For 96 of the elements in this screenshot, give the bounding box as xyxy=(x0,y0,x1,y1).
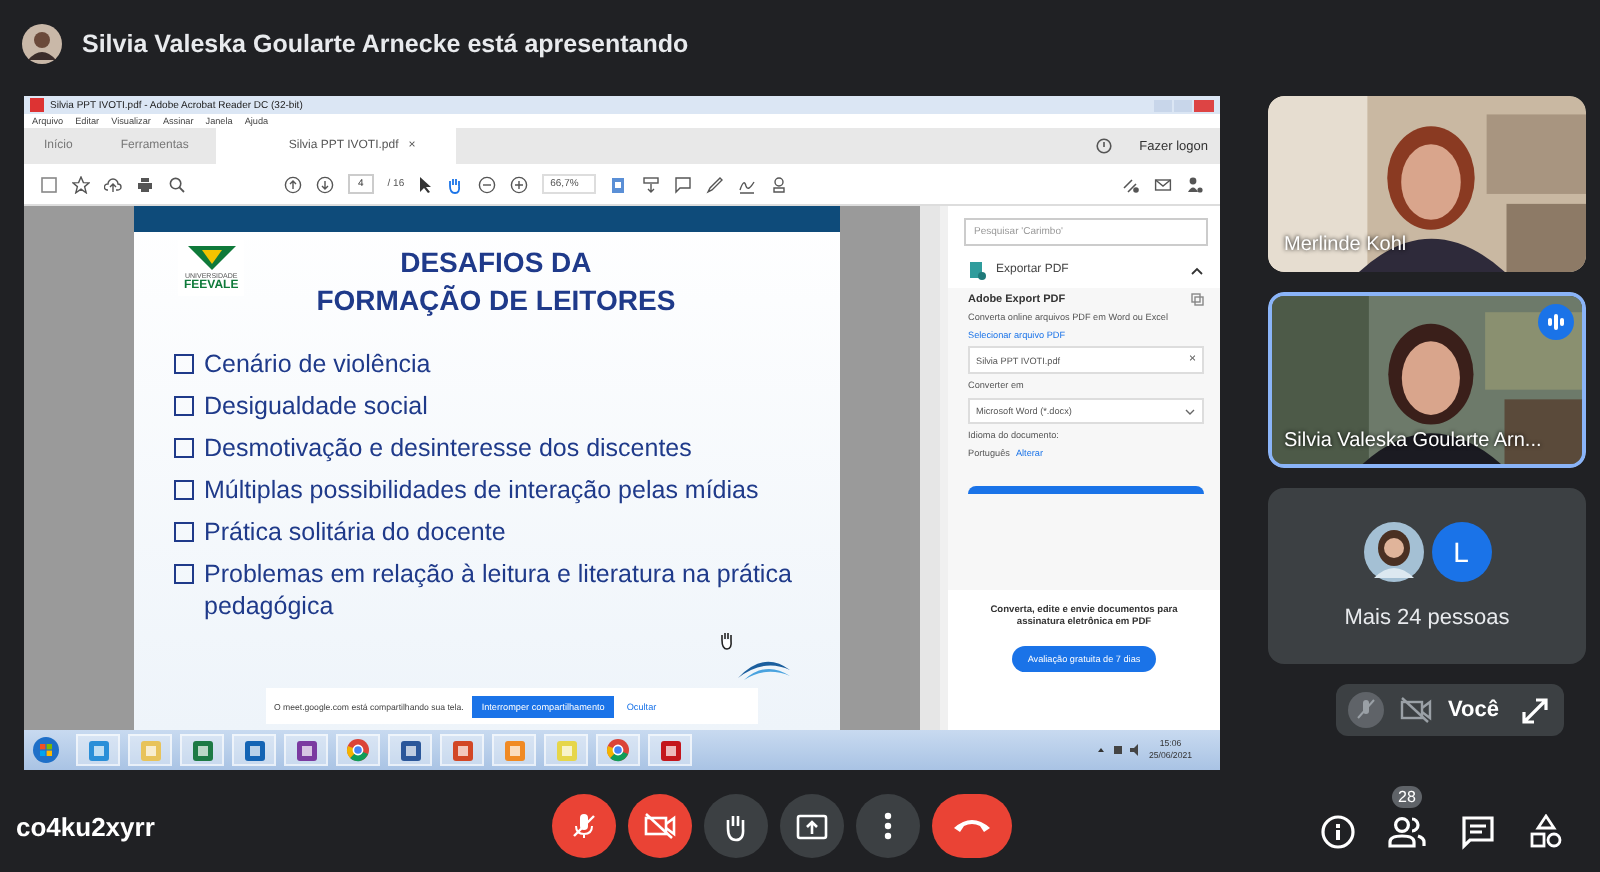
search-icon[interactable] xyxy=(168,175,186,193)
raise-hand-button[interactable] xyxy=(704,794,768,858)
zoom-in-icon[interactable] xyxy=(510,175,529,193)
hand-cursor-icon xyxy=(718,630,736,650)
more-people-label: Mais 24 pessoas xyxy=(1344,606,1510,630)
shield-logo-icon xyxy=(185,244,238,272)
upload-icon[interactable] xyxy=(104,175,122,193)
people-icon[interactable] xyxy=(1388,816,1428,848)
spreadsheet-icon xyxy=(191,739,213,761)
bullet-text: Múltiplas possibilidades de interação pelas mídias xyxy=(204,474,761,506)
phone-hangup-icon xyxy=(952,816,992,836)
bullet-square-icon xyxy=(174,438,194,458)
bullet-text: Prática solitária do docente xyxy=(204,516,508,548)
presenter-name: Silvia Valeska Goularte Arnecke está apresentando xyxy=(82,30,689,58)
page-down-icon[interactable] xyxy=(316,175,334,193)
people-count-badge: 28 xyxy=(1392,786,1422,808)
envelope-icon[interactable] xyxy=(1154,175,1172,193)
expand-icon[interactable] xyxy=(1522,697,1548,723)
export-pdf-icon xyxy=(968,260,986,280)
camera-off-button[interactable] xyxy=(628,794,692,858)
bullet-square-icon xyxy=(174,480,194,500)
scrollbar[interactable] xyxy=(920,206,940,730)
zoom-out-icon[interactable] xyxy=(478,175,497,193)
pencil-icon[interactable] xyxy=(706,175,725,193)
pdf-icon xyxy=(659,739,681,761)
copy-icon xyxy=(1190,292,1204,306)
microphone-off-icon[interactable] xyxy=(1348,692,1384,728)
sticky-note-icon xyxy=(555,739,577,761)
page-up-icon[interactable] xyxy=(284,175,302,193)
camera-off-icon[interactable] xyxy=(1400,696,1432,724)
bullet-square-icon xyxy=(174,354,194,374)
browser-icon xyxy=(87,739,109,761)
participant-name: Silvia Valeska Goularte Arn... xyxy=(1284,430,1542,452)
bullet-square-icon xyxy=(174,396,194,416)
mail-icon xyxy=(243,739,265,761)
taskbar-app[interactable] xyxy=(180,734,224,766)
taskbar-app[interactable] xyxy=(284,734,328,766)
media-player-icon xyxy=(503,739,525,761)
slides-icon xyxy=(451,739,473,761)
more-options-button[interactable] xyxy=(856,794,920,858)
notes-icon xyxy=(295,739,317,761)
participants-tile[interactable]: L Mais 24 pessoas xyxy=(1268,488,1586,664)
chat-icon[interactable] xyxy=(1460,814,1496,850)
bullet-text: Desmotivação e desinteresse dos discentes xyxy=(204,432,694,464)
comment-icon[interactable] xyxy=(674,175,693,193)
activities-icon[interactable] xyxy=(1528,814,1564,850)
save-icon[interactable] xyxy=(40,175,58,193)
avatar-icon xyxy=(1363,522,1423,582)
taskbar-app[interactable] xyxy=(76,734,120,766)
taskbar-app[interactable] xyxy=(232,734,276,766)
print-icon[interactable] xyxy=(136,175,154,193)
share-link-icon[interactable] xyxy=(1122,175,1140,193)
browser-icon xyxy=(346,738,370,762)
app-icon xyxy=(30,98,44,112)
present-button[interactable] xyxy=(780,794,844,858)
help-icon[interactable] xyxy=(1095,138,1112,154)
self-label: Você xyxy=(1448,698,1501,722)
meeting-code: co4ku2xyrr xyxy=(16,811,157,841)
start-button[interactable] xyxy=(32,736,60,764)
stamp-icon[interactable] xyxy=(770,175,789,193)
bullet-text: Problemas em relação à leitura e literatura na prática pedagógica xyxy=(204,558,794,622)
end-call-button[interactable] xyxy=(932,794,1012,858)
camera-off-icon xyxy=(644,812,676,840)
taskbar-app[interactable] xyxy=(596,734,640,766)
star-icon[interactable] xyxy=(72,175,90,193)
window-controls-icon[interactable] xyxy=(1154,99,1214,111)
bullet-square-icon xyxy=(174,522,194,542)
document-icon xyxy=(399,739,421,761)
bullet-text: Cenário de violência xyxy=(204,348,433,380)
user-settings-icon[interactable] xyxy=(1186,175,1204,193)
taskbar-app[interactable] xyxy=(388,734,432,766)
taskbar-app[interactable] xyxy=(336,734,380,766)
more-options-icon xyxy=(884,812,892,840)
collapse-icon[interactable] xyxy=(1190,265,1204,275)
avatar-initial: L xyxy=(1431,522,1491,582)
chevron-down-icon xyxy=(1184,407,1196,415)
bullet-square-icon xyxy=(174,564,194,584)
taskbar-app[interactable] xyxy=(440,734,484,766)
slide-title: DESAFIOS DA FORMAÇÃO DE LEITORES xyxy=(316,244,676,320)
avatar-icon xyxy=(22,24,62,64)
bullet-text: Desigualdade social xyxy=(204,390,430,422)
hand-icon xyxy=(722,811,750,841)
scroll-mode-icon[interactable] xyxy=(642,175,661,193)
pointer-icon[interactable] xyxy=(418,175,433,193)
hand-icon[interactable] xyxy=(446,175,465,193)
info-icon[interactable] xyxy=(1320,814,1356,850)
browser-icon xyxy=(606,738,630,762)
microphone-off-button[interactable] xyxy=(552,794,616,858)
microphone-off-icon xyxy=(570,812,598,840)
taskbar-app[interactable] xyxy=(648,734,692,766)
tray-icons[interactable] xyxy=(1096,744,1141,756)
page-fit-icon[interactable] xyxy=(610,175,629,193)
participant-name: Merlinde Kohl xyxy=(1284,234,1407,256)
present-screen-icon xyxy=(796,813,828,839)
folder-icon xyxy=(139,739,161,761)
speaking-indicator-icon xyxy=(1538,304,1574,340)
